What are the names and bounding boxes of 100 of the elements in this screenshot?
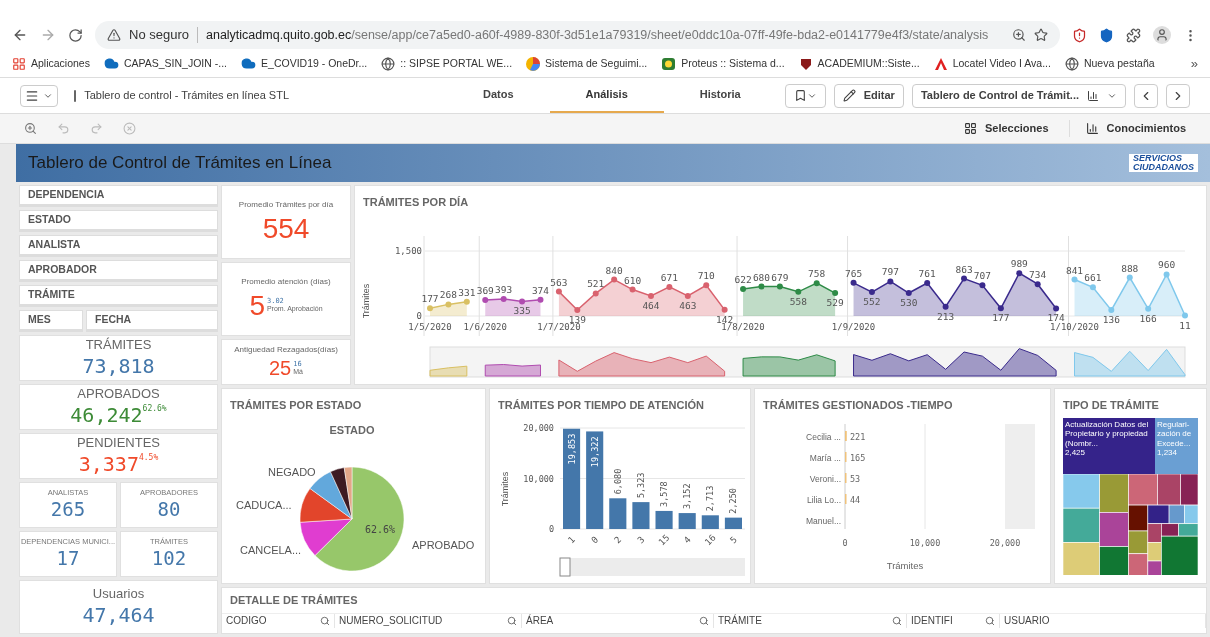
bookmark-link[interactable]: :: SIPSE PORTAL WE... bbox=[381, 55, 513, 72]
value-label: 19,853 bbox=[566, 433, 577, 464]
data-label: 734 bbox=[1029, 268, 1047, 280]
chart-title: TRÁMITES POR TIEMPO DE ATENCIÓN bbox=[497, 398, 705, 413]
shield-icon[interactable] bbox=[1099, 27, 1114, 43]
data-point bbox=[832, 289, 839, 296]
shield-alert-icon[interactable] bbox=[1072, 27, 1087, 43]
data-label: 177 bbox=[992, 311, 1010, 323]
more-bookmarks-button[interactable]: » bbox=[1190, 53, 1198, 74]
data-point bbox=[887, 277, 894, 284]
tick-label: 0 bbox=[416, 310, 422, 321]
data-label: 177 bbox=[421, 292, 439, 304]
filter-pane[interactable]: TRÁMITE bbox=[19, 285, 218, 307]
nav-tab[interactable]: Historia bbox=[663, 78, 777, 113]
data-label: 680 bbox=[752, 271, 771, 283]
data-point bbox=[924, 279, 931, 286]
data-point bbox=[666, 283, 673, 290]
bookmark-link[interactable]: Sistema de Seguimi... bbox=[526, 55, 648, 72]
data-label: 610 bbox=[624, 274, 642, 286]
data-point bbox=[574, 306, 581, 313]
star-icon[interactable] bbox=[1034, 28, 1048, 42]
data-label: 960 bbox=[1158, 258, 1176, 270]
chart-subtitle: ESTADO bbox=[329, 423, 375, 436]
sheet-title: Tablero de Control de Trámites en Línea bbox=[28, 152, 332, 175]
range-navigator[interactable] bbox=[429, 346, 1186, 377]
logo-text: SERVICIOS bbox=[1133, 154, 1183, 163]
filter-pane[interactable]: FECHA bbox=[86, 310, 218, 332]
kpi-value: 17 bbox=[56, 546, 80, 571]
bookmark-link[interactable]: Aplicaciones bbox=[12, 55, 90, 72]
address-bar[interactable]: No seguro analyticadmq.quito.gob.ec/sense/app/ce7a5ed0-a60f-4989-830f-3d51e1a79319/sheet/e0ddc10a-07ff-49fe-bda2-e0141779e4f3/state/analysis bbox=[95, 21, 1060, 49]
data-label: 840 bbox=[605, 264, 623, 276]
bookmark-link[interactable]: CAPAS_SIN_JOIN -... bbox=[103, 55, 228, 72]
reload-icon[interactable] bbox=[68, 27, 83, 43]
bookmark-link[interactable]: Proteus :: Sistema d... bbox=[661, 55, 785, 72]
range-scrollbar[interactable] bbox=[559, 557, 745, 576]
data-point bbox=[445, 300, 452, 307]
next-sheet-button[interactable] bbox=[1166, 83, 1190, 108]
cloud-icon bbox=[103, 56, 119, 71]
search-icon[interactable] bbox=[507, 615, 517, 626]
category-label: Cecilia ... bbox=[806, 431, 841, 442]
filter-pane[interactable]: ANALISTA bbox=[19, 235, 218, 257]
search-icon[interactable] bbox=[892, 615, 902, 626]
avatar-icon[interactable] bbox=[1153, 26, 1171, 44]
nav-tab[interactable]: Datos bbox=[447, 78, 550, 113]
back-icon[interactable] bbox=[12, 27, 28, 43]
category-label: Manuel... bbox=[806, 515, 841, 526]
selections-button[interactable]: Selecciones bbox=[963, 120, 1049, 137]
menu-button[interactable] bbox=[20, 84, 58, 107]
data-point bbox=[740, 285, 747, 292]
bookmark-link[interactable]: Locatel Video I Ava... bbox=[933, 55, 1051, 72]
data-label: 622 bbox=[734, 273, 752, 285]
puzzle-icon[interactable] bbox=[1126, 27, 1141, 43]
previous-sheet-button[interactable] bbox=[1134, 83, 1158, 108]
bookmark-link[interactable]: Nueva pestaña bbox=[1064, 55, 1155, 72]
data-point bbox=[1016, 269, 1023, 276]
data-label: 529 bbox=[826, 296, 844, 308]
tick-label: 1/9/2020 bbox=[831, 321, 876, 332]
search-selection-icon[interactable] bbox=[24, 122, 37, 135]
bookmark-link[interactable]: ACADEMIUM::Siste... bbox=[798, 55, 920, 72]
data-label: 552 bbox=[863, 295, 881, 307]
column-header[interactable]: IDENTIFI bbox=[907, 613, 1000, 628]
zoom-icon[interactable] bbox=[1012, 28, 1026, 42]
search-icon[interactable] bbox=[985, 615, 995, 626]
category-label: 5 bbox=[728, 534, 739, 545]
tile-value: 1,234 bbox=[1157, 448, 1179, 458]
tick-label: 0 bbox=[842, 537, 848, 548]
column-header[interactable]: CODIGO bbox=[222, 613, 335, 628]
column-header[interactable]: USUARIO bbox=[1000, 613, 1206, 628]
data-point bbox=[758, 283, 765, 290]
filter-pane[interactable]: MES bbox=[19, 310, 83, 332]
column-header[interactable]: NUMERO_SOLICITUD bbox=[335, 613, 522, 628]
edit-button[interactable]: Editar bbox=[833, 83, 904, 108]
data-label: 558 bbox=[789, 295, 807, 307]
data-label: 174 bbox=[1047, 311, 1065, 323]
data-label: 374 bbox=[531, 284, 550, 296]
data-point bbox=[850, 279, 857, 286]
filter-pane[interactable]: DEPENDENCIA bbox=[19, 185, 218, 207]
column-header[interactable]: TRÁMITE bbox=[714, 613, 907, 628]
kpi-label: Antiguedad Rezagados(días) bbox=[234, 343, 338, 356]
column-label: NUMERO_SOLICITUD bbox=[339, 613, 443, 628]
bar bbox=[609, 497, 627, 529]
sheet-selector[interactable]: Tablero de Control de Trámit... bbox=[911, 83, 1126, 108]
column-header[interactable]: ÁREA bbox=[522, 613, 714, 628]
data-label: 11 bbox=[1179, 319, 1191, 330]
search-icon[interactable] bbox=[320, 615, 330, 626]
kpi-value: 102 bbox=[151, 546, 187, 571]
data-label: 530 bbox=[900, 296, 918, 308]
filter-pane[interactable]: ESTADO bbox=[19, 210, 218, 232]
data-label: 888 bbox=[1121, 262, 1139, 273]
bookmark-link[interactable]: E_COVID19 - OneDr... bbox=[241, 55, 368, 72]
bookmark-button[interactable] bbox=[784, 83, 826, 108]
kpi-percent: 4.5% bbox=[138, 453, 159, 462]
bar bbox=[701, 514, 719, 529]
apps-icon bbox=[12, 56, 26, 71]
percent-label: 62.6% bbox=[364, 523, 396, 535]
treemap-tile[interactable]: Actualización Datos del Propietario y propiedad (Nombr... 2,425 bbox=[1063, 417, 1155, 474]
data-label: 679 bbox=[771, 271, 789, 283]
filter-pane[interactable]: APROBADOR bbox=[19, 260, 218, 282]
insights-button[interactable]: Conocimientos bbox=[1068, 120, 1186, 137]
search-icon[interactable] bbox=[699, 615, 709, 626]
